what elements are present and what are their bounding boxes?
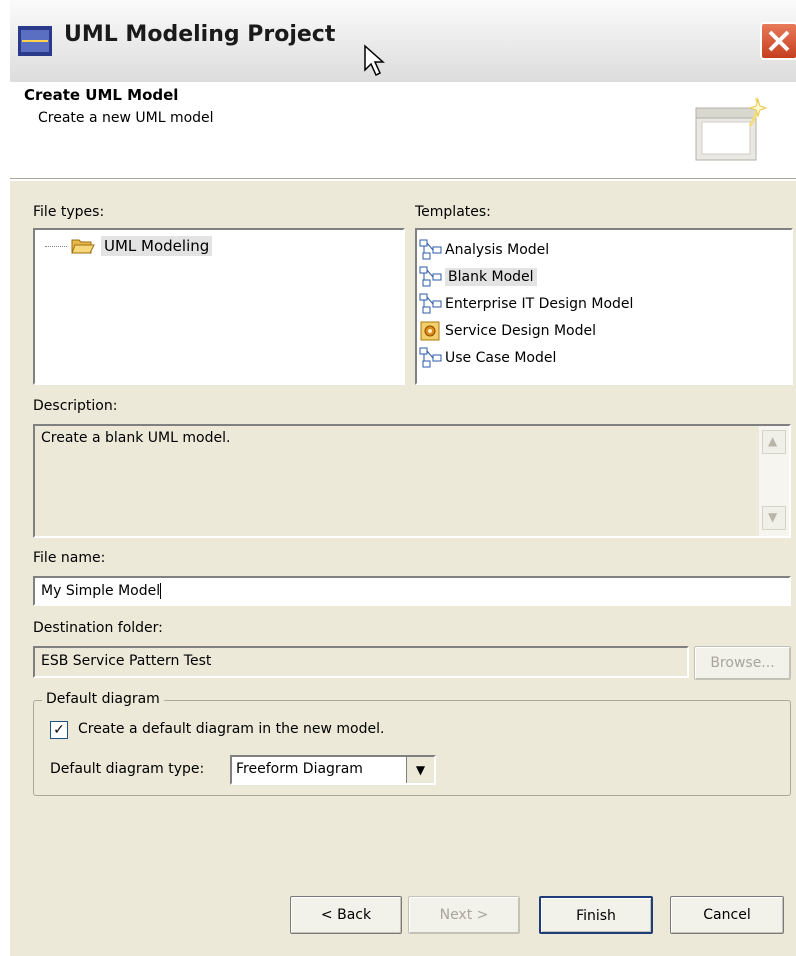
uml-model-icon xyxy=(419,347,442,367)
mouse-cursor-icon xyxy=(364,44,385,77)
create-default-diagram-checkbox[interactable]: ✓ xyxy=(50,721,68,739)
title-bar[interactable]: UML Modeling Project xyxy=(10,0,796,82)
templates-list[interactable]: Analysis Model Blank Model Enterprise IT… xyxy=(415,228,793,385)
template-item-service-design-model[interactable]: Service Design Model xyxy=(419,317,633,344)
file-types-label: File types: xyxy=(33,204,105,220)
close-icon xyxy=(768,30,790,52)
close-button[interactable] xyxy=(760,22,796,60)
page-subtitle: Create a new UML model xyxy=(38,110,214,126)
scroll-up-button[interactable]: ▲ xyxy=(762,430,786,454)
open-folder-icon xyxy=(71,239,95,254)
browse-button[interactable]: Browse... xyxy=(694,646,791,680)
default-diagram-type-label: Default diagram type: xyxy=(50,761,205,777)
template-item-analysis-model[interactable]: Analysis Model xyxy=(419,236,633,263)
wizard-header: Create UML Model Create a new UML model xyxy=(10,82,796,179)
tree-item-uml-modeling[interactable]: UML Modeling xyxy=(45,236,213,256)
chevron-up-icon: ▲ xyxy=(768,434,778,448)
file-name-value: My Simple Model xyxy=(41,583,161,599)
destination-folder-value: ESB Service Pattern Test xyxy=(41,653,212,669)
new-model-wizard-icon xyxy=(695,97,768,161)
finish-button[interactable]: Finish xyxy=(539,896,653,934)
file-name-label: File name: xyxy=(33,550,106,566)
uml-model-icon xyxy=(419,239,442,259)
text-caret xyxy=(160,583,162,599)
file-types-tree[interactable]: UML Modeling xyxy=(33,228,405,385)
window-title: UML Modeling Project xyxy=(64,22,336,47)
destination-folder-label: Destination folder: xyxy=(33,620,163,636)
tree-connector xyxy=(45,245,67,247)
default-diagram-group: Default diagram ✓ Create a default diagr… xyxy=(33,691,791,796)
templates-label: Templates: xyxy=(415,204,491,220)
description-scrollbar[interactable]: ▲ ▼ xyxy=(759,426,789,536)
uml-model-icon xyxy=(419,266,442,286)
header-separator xyxy=(10,178,796,181)
wizard-window: UML Modeling Project Create UML Model Cr… xyxy=(8,0,796,956)
dropdown-arrow-icon[interactable]: ▼ xyxy=(406,757,434,783)
back-button[interactable]: < Back xyxy=(290,896,402,934)
template-label: Use Case Model xyxy=(445,349,557,366)
page-title: Create UML Model xyxy=(24,86,179,104)
template-label: Blank Model xyxy=(445,267,537,286)
next-button[interactable]: Next > xyxy=(408,896,520,934)
template-item-enterprise-it-design-model[interactable]: Enterprise IT Design Model xyxy=(419,290,633,317)
chevron-down-icon: ▼ xyxy=(768,510,778,524)
tree-item-label: UML Modeling xyxy=(101,236,213,256)
destination-folder-field: ESB Service Pattern Test xyxy=(33,646,689,678)
default-diagram-legend: Default diagram xyxy=(42,691,164,707)
default-diagram-type-select[interactable]: Freeform Diagram ▼ xyxy=(230,755,436,785)
scroll-down-button[interactable]: ▼ xyxy=(762,506,786,530)
service-model-icon xyxy=(420,321,440,340)
file-name-input[interactable]: My Simple Model xyxy=(33,576,791,606)
default-diagram-type-value: Freeform Diagram xyxy=(236,761,363,777)
template-item-use-case-model[interactable]: Use Case Model xyxy=(419,344,633,371)
create-default-diagram-label[interactable]: Create a default diagram in the new mode… xyxy=(78,721,384,737)
template-label: Analysis Model xyxy=(445,241,550,258)
template-label: Enterprise IT Design Model xyxy=(445,295,634,312)
uml-model-icon xyxy=(419,293,442,313)
description-box: Create a blank UML model. ▲ ▼ xyxy=(33,424,791,538)
app-icon xyxy=(18,26,52,56)
template-label: Service Design Model xyxy=(445,322,597,339)
template-item-blank-model[interactable]: Blank Model xyxy=(419,263,633,290)
description-label: Description: xyxy=(33,398,118,414)
description-text: Create a blank UML model. xyxy=(41,430,231,446)
cancel-button[interactable]: Cancel xyxy=(670,896,784,934)
